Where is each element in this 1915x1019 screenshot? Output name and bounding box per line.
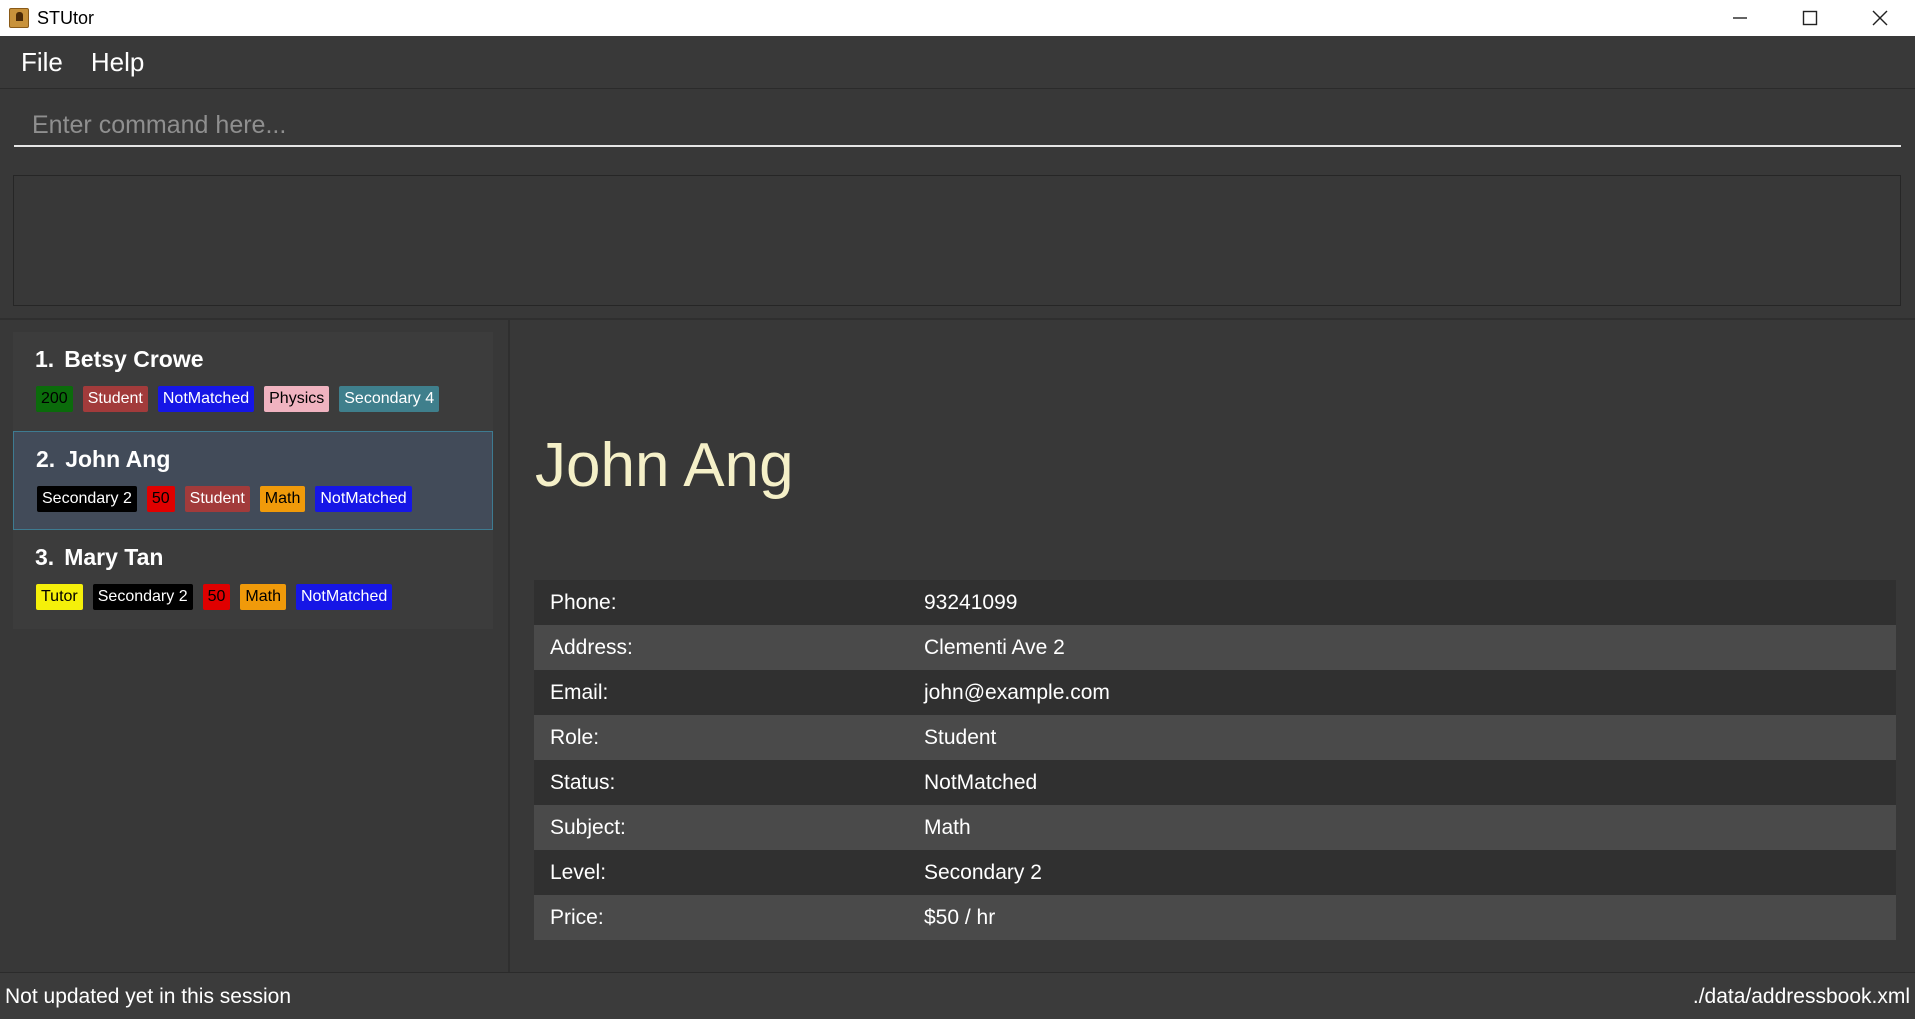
tag: Secondary 4 [339, 386, 440, 412]
status-bar: Not updated yet in this session ./data/a… [0, 972, 1915, 1019]
maximize-button[interactable] [1775, 0, 1845, 36]
detail-label: Email: [550, 680, 609, 704]
tag: Secondary 2 [37, 486, 137, 512]
tag: Student [184, 486, 250, 512]
maximize-icon [1802, 10, 1818, 26]
person-card-title: 3. Mary Tan [35, 544, 163, 571]
detail-label: Phone: [550, 590, 617, 614]
detail-value: Clementi Ave 2 [924, 635, 1065, 659]
tag-list: 200 Student NotMatched Physics Secondary… [36, 386, 449, 412]
detail-row-role: Role: Student [534, 715, 1896, 760]
person-detail-panel: John Ang Phone: 93241099 Address: Clemen… [510, 320, 1915, 972]
result-display [13, 175, 1901, 306]
detail-row-level: Level: Secondary 2 [534, 850, 1896, 895]
tag: Tutor [36, 584, 83, 610]
tag: 50 [146, 486, 175, 512]
detail-label: Subject: [550, 815, 626, 839]
detail-row-price: Price: $50 / hr [534, 895, 1896, 940]
person-index: 1. [35, 346, 55, 372]
tag: Math [240, 584, 286, 610]
tag: NotMatched [157, 386, 255, 412]
person-index: 3. [35, 544, 55, 570]
close-button[interactable] [1845, 0, 1915, 36]
command-box [0, 90, 1915, 162]
menu-help[interactable]: Help [91, 47, 144, 78]
window-controls [1705, 0, 1915, 36]
person-name: John Ang [65, 446, 171, 472]
minimize-icon [1733, 17, 1747, 19]
detail-table: Phone: 93241099 Address: Clementi Ave 2 … [534, 580, 1896, 940]
window-title: STUtor [37, 7, 95, 28]
detail-value: john@example.com [924, 680, 1110, 704]
tag: Math [259, 486, 306, 512]
person-name: Betsy Crowe [64, 346, 204, 372]
save-location: ./data/addressbook.xml [1692, 985, 1910, 1008]
tag: 50 [202, 584, 231, 610]
title-bar: STUtor [0, 0, 1915, 36]
tag: Physics [264, 386, 330, 412]
command-input[interactable] [14, 106, 1901, 147]
detail-value: NotMatched [924, 770, 1038, 794]
detail-value: Secondary 2 [924, 860, 1042, 884]
detail-row-address: Address: Clementi Ave 2 [534, 625, 1896, 670]
person-card-title: 2. John Ang [36, 446, 170, 473]
detail-label: Level: [550, 860, 607, 884]
menu-bar: File Help [0, 36, 1915, 89]
person-list: 1. Betsy Crowe 200 Student NotMatched Phy… [0, 320, 508, 972]
person-index: 2. [36, 446, 56, 472]
detail-label: Role: [550, 725, 600, 749]
sync-status: Not updated yet in this session [5, 985, 292, 1008]
person-card[interactable]: 3. Mary Tan Tutor Secondary 2 50 Math Not… [13, 530, 493, 629]
detail-row-subject: Subject: Math [534, 805, 1896, 850]
tag: 200 [36, 386, 73, 412]
minimize-button[interactable] [1705, 0, 1775, 36]
detail-name: John Ang [535, 431, 794, 500]
person-card-selected[interactable]: 2. John Ang Secondary 2 50 Student Math N… [13, 431, 493, 530]
detail-value: $50 / hr [924, 905, 996, 929]
app-icon [9, 8, 29, 28]
tag-list: Secondary 2 50 Student Math NotMatched [37, 486, 422, 512]
person-card-title: 1. Betsy Crowe [35, 346, 204, 373]
detail-row-phone: Phone: 93241099 [534, 580, 1896, 625]
person-card[interactable]: 1. Betsy Crowe 200 Student NotMatched Phy… [13, 332, 493, 431]
detail-label: Price: [550, 905, 604, 929]
detail-label: Address: [550, 635, 633, 659]
detail-row-status: Status: NotMatched [534, 760, 1896, 805]
tag-list: Tutor Secondary 2 50 Math NotMatched [36, 584, 402, 610]
tag: Secondary 2 [92, 584, 193, 610]
detail-row-email: Email: john@example.com [534, 670, 1896, 715]
detail-label: Status: [550, 770, 616, 794]
detail-value: Student [924, 725, 997, 749]
tag: NotMatched [315, 486, 412, 512]
close-icon [1872, 10, 1888, 26]
detail-value: 93241099 [924, 590, 1018, 614]
person-name: Mary Tan [64, 544, 164, 570]
tag: NotMatched [295, 584, 393, 610]
tag: Student [82, 386, 148, 412]
detail-value: Math [924, 815, 971, 839]
menu-file[interactable]: File [21, 47, 63, 78]
